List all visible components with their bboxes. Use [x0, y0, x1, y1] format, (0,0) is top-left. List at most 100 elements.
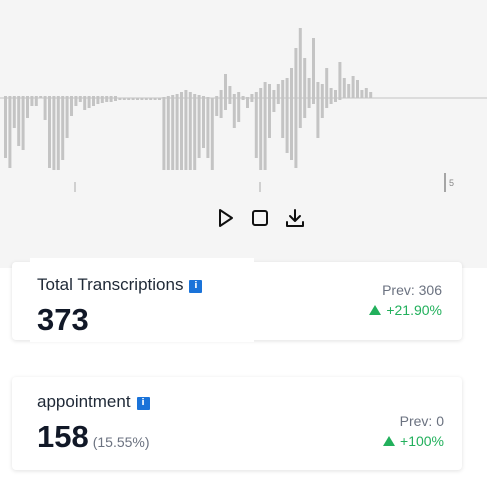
waveform-bar [74, 98, 78, 106]
waveform-bar [237, 98, 241, 122]
waveform-bar [250, 98, 254, 102]
info-icon[interactable]: i [189, 280, 203, 293]
waveform-bar [342, 78, 346, 98]
waveform-bar [166, 98, 170, 170]
waveform-bar [219, 90, 223, 98]
waveform-bar [171, 98, 175, 170]
waveform-bar [268, 84, 271, 98]
waveform-bar [259, 98, 263, 170]
waveform-bar [298, 28, 302, 98]
waveform-bar [298, 98, 302, 128]
info-icon[interactable]: i [136, 397, 150, 410]
waveform-bar [188, 98, 192, 170]
waveform-bar [281, 80, 285, 98]
waveform-bar [180, 92, 183, 98]
card-title: appointment i [37, 392, 150, 412]
waveform-bar [364, 88, 368, 98]
waveform-bar [83, 98, 87, 110]
waveform-bar [228, 98, 232, 104]
waveform-bar [329, 98, 333, 104]
waveform-bar [294, 48, 298, 98]
play-icon [219, 209, 233, 227]
card-value: 158 (15.55%) [37, 419, 150, 455]
download-icon [286, 209, 304, 227]
waveform-bar [96, 98, 100, 104]
waveform-bar [30, 98, 34, 106]
waveform-bar [263, 98, 267, 170]
change-value: +100% [400, 433, 444, 449]
waveform-bar [285, 78, 289, 98]
previous-value: Prev: 306 [382, 282, 442, 298]
waveform-bar [210, 98, 214, 170]
waveform-bar [254, 98, 258, 158]
waveform-bar [369, 92, 373, 98]
stop-button[interactable] [249, 207, 271, 229]
card-title: Total Transcriptions i [37, 275, 203, 295]
download-button[interactable] [284, 207, 306, 229]
waveform-bar [184, 90, 188, 98]
waveform-bar [26, 98, 29, 118]
card-title-text: Total Transcriptions [37, 275, 184, 294]
waveform-bar [325, 98, 329, 108]
waveform-bar [316, 98, 320, 138]
waveform-bar [48, 98, 51, 168]
waveform-bar [347, 84, 351, 98]
waveform-bar [8, 98, 12, 168]
waveform-bar [272, 90, 276, 98]
waveform-bar [180, 98, 183, 170]
audio-player: 5 [0, 0, 487, 268]
waveform-bar [303, 58, 307, 98]
waveform-bar [228, 86, 232, 98]
waveform-bar [325, 68, 329, 98]
card-value: 373 [37, 302, 89, 337]
waveform-bar [197, 98, 201, 158]
waveform-bar [316, 82, 320, 98]
waveform-bar [254, 92, 258, 98]
waveform-bar [320, 98, 324, 118]
waveform-bar [294, 98, 298, 168]
waveform-bar [4, 98, 7, 158]
waveform-bar [259, 88, 263, 98]
player-controls [0, 203, 487, 233]
trend-up-icon [383, 436, 396, 446]
waveform-bar [56, 98, 60, 170]
waveform-bar [232, 94, 236, 98]
waveform-bar [312, 38, 315, 98]
waveform-bar [193, 98, 197, 170]
waveform-bar [290, 68, 293, 98]
waveform-bar [65, 98, 69, 138]
waveform-bar [276, 98, 280, 104]
play-button[interactable] [214, 207, 236, 229]
waveform-bar [105, 98, 109, 102]
waveform-bar [263, 82, 267, 98]
waveform-bar [175, 98, 179, 170]
change-value: +21.90% [386, 302, 442, 318]
waveform-bar [232, 98, 236, 128]
waveform-bar [281, 98, 285, 138]
previous-value: Prev: 0 [399, 413, 444, 429]
waveform-bar [21, 98, 25, 150]
waveform-bar [162, 98, 166, 170]
change-indicator: +21.90% [369, 302, 442, 318]
change-indicator: +100% [383, 433, 444, 449]
waveform-bar [272, 98, 276, 112]
waveform-bar [250, 94, 254, 98]
waveform-bar [215, 98, 219, 116]
waveform-bar [237, 92, 241, 98]
waveform-bar [307, 78, 311, 98]
waveform-bar [307, 98, 311, 108]
stop-icon [252, 210, 268, 226]
waveform-bar [17, 98, 21, 146]
waveform[interactable]: 5 [0, 0, 487, 200]
waveform-bar [360, 90, 364, 98]
waveform-bar [320, 84, 324, 98]
waveform-bar [193, 94, 197, 98]
waveform-bar [246, 98, 249, 108]
waveform-bar [268, 98, 271, 138]
card-value-number: 158 [37, 419, 89, 454]
waveform-bar [329, 88, 333, 98]
page: 5 Total Transcriptions i 373 Prev: 306 +… [0, 0, 493, 500]
trend-up-icon [369, 305, 382, 315]
waveform-bar [34, 98, 38, 106]
waveform-bar [12, 98, 16, 128]
